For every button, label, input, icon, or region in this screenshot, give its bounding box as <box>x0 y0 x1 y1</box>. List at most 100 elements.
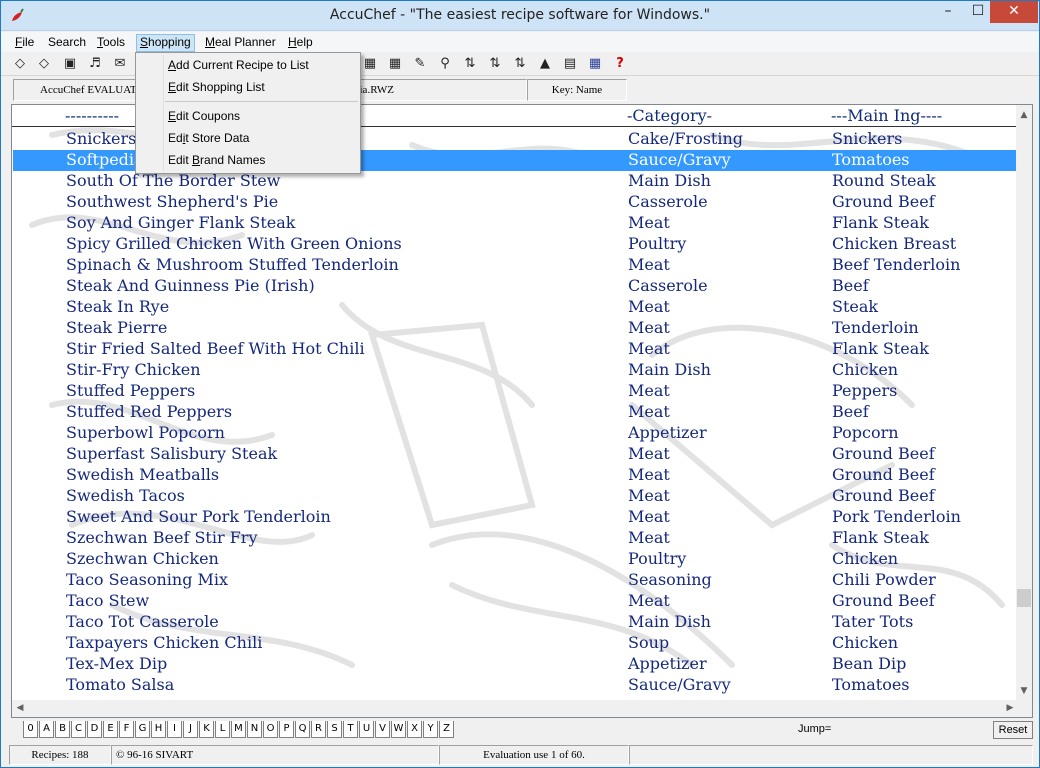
alphabet-tab[interactable]: D <box>87 721 102 738</box>
calendar-icon[interactable]: ▦ <box>586 55 604 73</box>
search-icon[interactable]: ⚲ <box>436 55 454 73</box>
scroll-down-icon[interactable]: ▼ <box>1016 683 1032 699</box>
table-row[interactable]: Spicy Grilled Chicken With Green Onions P… <box>13 234 1018 255</box>
table-row[interactable]: Soy And Ginger Flank Steak Meat Flank Stea… <box>13 213 1018 234</box>
recipe-list[interactable]: ---------- -Category- ---Main Ing---- Sn… <box>11 104 1033 718</box>
menu-search[interactable]: Search <box>45 34 89 52</box>
reset-button[interactable]: Reset <box>993 721 1033 739</box>
table-row[interactable]: Swedish Meatballs Meat Ground Beef <box>13 465 1018 486</box>
alphabet-tab[interactable]: Q <box>295 721 310 738</box>
table-row[interactable]: Spinach & Mushroom Stuffed Tenderloin Mea… <box>13 255 1018 276</box>
menu-item-accel: E <box>168 80 177 94</box>
pen-icon[interactable]: ✎ <box>411 55 429 73</box>
alphabet-tab[interactable]: R <box>311 721 326 738</box>
table-row[interactable]: Szechwan Beef Stir Fry Meat Flank Steak <box>13 528 1018 549</box>
alphabet-tab[interactable]: P <box>279 721 294 738</box>
minimize-button[interactable]: – <box>934 1 962 23</box>
help-icon[interactable]: ? <box>611 55 629 73</box>
menu-add-current-recipe[interactable]: Add Current Recipe to List <box>168 58 309 72</box>
menu-file[interactable]: File <box>12 34 37 52</box>
table-row[interactable]: Stuffed Peppers Meat Peppers <box>13 381 1018 402</box>
table-row[interactable]: Swedish Tacos Meat Ground Beef <box>13 486 1018 507</box>
table-row[interactable]: Szechwan Chicken Poultry Chicken <box>13 549 1018 570</box>
grid-icon[interactable]: ▦ <box>361 55 379 73</box>
scroll-up-icon[interactable]: ▲ <box>1016 107 1032 123</box>
alphabet-tab[interactable]: L <box>215 721 230 738</box>
recipe-name: Superbowl Popcorn <box>66 423 225 442</box>
alphabet-tab[interactable]: 0 <box>23 721 38 738</box>
shopping-cart-icon[interactable]: ▲ <box>536 55 554 73</box>
alphabet-tab[interactable]: N <box>247 721 262 738</box>
alphabet-tab[interactable]: Z <box>439 721 454 738</box>
alphabet-tab[interactable]: B <box>55 721 70 738</box>
menu-edit-store-data[interactable]: Edit Store Data <box>168 131 249 145</box>
title-bar[interactable]: AccuChef - "The easiest recipe software … <box>1 1 1039 31</box>
menu-edit-coupons[interactable]: Edit Coupons <box>168 109 240 123</box>
open-book-icon[interactable]: ◇ <box>11 55 29 73</box>
save-icon[interactable]: ▣ <box>61 55 79 73</box>
email-icon[interactable]: ✉ <box>111 55 129 73</box>
alphabet-tab[interactable]: U <box>359 721 374 738</box>
table-row[interactable]: Sweet And Sour Pork Tenderloin Meat Pork T… <box>13 507 1018 528</box>
grid-edit-icon[interactable]: ▦ <box>386 55 404 73</box>
table-row[interactable]: Stir Fried Salted Beef With Hot Chili Mea… <box>13 339 1018 360</box>
alphabet-tab[interactable]: E <box>103 721 118 738</box>
alphabet-tab[interactable]: V <box>375 721 390 738</box>
alphabet-tab[interactable]: J <box>183 721 198 738</box>
alphabet-tab[interactable]: K <box>199 721 214 738</box>
table-row[interactable]: Superfast Salisbury Steak Meat Ground Beef <box>13 444 1018 465</box>
table-row[interactable]: Stir-Fry Chicken Main Dish Chicken <box>13 360 1018 381</box>
alphabet-tab[interactable]: Y <box>423 721 438 738</box>
menu-edit-brand-names[interactable]: Edit Brand Names <box>168 153 265 167</box>
alphabet-tab[interactable]: S <box>327 721 342 738</box>
table-row[interactable]: Steak And Guinness Pie (Irish) Casserole B… <box>13 276 1018 297</box>
sort-category-icon[interactable]: ⇅ <box>511 55 529 73</box>
table-row[interactable]: Tomato Salsa Sauce/Gravy Tomatoes <box>13 675 1018 696</box>
alphabet-tab[interactable]: I <box>167 721 182 738</box>
recipe-category: Poultry <box>628 234 687 253</box>
recipe-main-ingredient: Ground Beef <box>832 486 935 505</box>
alphabet-tab[interactable]: T <box>343 721 358 738</box>
table-row[interactable]: Southwest Shepherd's Pie Casserole Ground … <box>13 192 1018 213</box>
alphabet-tab[interactable]: F <box>119 721 134 738</box>
new-book-icon[interactable]: ◇ <box>35 55 53 73</box>
alphabet-tab[interactable]: W <box>391 721 406 738</box>
alphabet-tab[interactable]: A <box>39 721 54 738</box>
menu-edit-shopping-list[interactable]: Edit Shopping List <box>168 80 265 94</box>
alphabet-tab[interactable]: X <box>407 721 422 738</box>
table-row[interactable]: Steak In Rye Meat Steak <box>13 297 1018 318</box>
table-row[interactable]: Stuffed Red Peppers Meat Beef <box>13 402 1018 423</box>
menu-shopping[interactable]: Shopping <box>136 34 195 52</box>
recipe-name: Soy And Ginger Flank Steak <box>66 213 296 232</box>
table-row[interactable]: Superbowl Popcorn Appetizer Popcorn <box>13 423 1018 444</box>
delete-icon[interactable]: ♬ <box>86 55 104 73</box>
table-row[interactable]: Tex-Mex Dip Appetizer Bean Dip <box>13 654 1018 675</box>
table-row[interactable]: Steak Pierre Meat Tenderloin <box>13 318 1018 339</box>
alphabet-tab[interactable]: C <box>71 721 86 738</box>
sort-za-icon[interactable]: ⇅ <box>486 55 504 73</box>
recipe-card-icon[interactable]: ▤ <box>561 55 579 73</box>
menu-meal-planner[interactable]: Meal Planner <box>202 34 279 52</box>
table-row[interactable]: Taco Tot Casserole Main Dish Tater Tots <box>13 612 1018 633</box>
recipe-main-ingredient: Chicken <box>832 360 899 379</box>
alphabet-tab[interactable]: O <box>263 721 278 738</box>
alphabet-tab[interactable]: G <box>135 721 150 738</box>
table-row[interactable]: Taxpayers Chicken Chili Soup Chicken <box>13 633 1018 654</box>
menu-help[interactable]: Help <box>285 34 316 52</box>
sort-az-icon[interactable]: ⇅ <box>461 55 479 73</box>
table-row[interactable]: South Of The Border Stew Main Dish Round S… <box>13 171 1018 192</box>
close-button[interactable]: ✕ <box>990 1 1038 23</box>
horizontal-scrollbar[interactable]: ◀ ▶ <box>12 700 1018 717</box>
scroll-left-icon[interactable]: ◀ <box>12 700 28 717</box>
table-row[interactable]: Taco Stew Meat Ground Beef <box>13 591 1018 612</box>
menu-shopping-label: hopping <box>148 35 191 49</box>
menu-tools[interactable]: Tools <box>94 34 128 52</box>
alphabet-tab[interactable]: M <box>231 721 246 738</box>
table-row[interactable]: Taco Seasoning Mix Seasoning Chili Powder <box>13 570 1018 591</box>
vertical-scrollbar[interactable]: ▲ ▼ <box>1016 105 1032 701</box>
maximize-button[interactable]: ☐ <box>964 1 992 23</box>
shopping-menu-dropdown: Add Current Recipe to List Edit Shopping… <box>135 52 361 174</box>
status-bar: Recipes: 188 © 96-16 SIVART Evaluation u… <box>1 743 1039 767</box>
scroll-thumb[interactable] <box>1017 589 1031 607</box>
alphabet-tab[interactable]: H <box>151 721 166 738</box>
